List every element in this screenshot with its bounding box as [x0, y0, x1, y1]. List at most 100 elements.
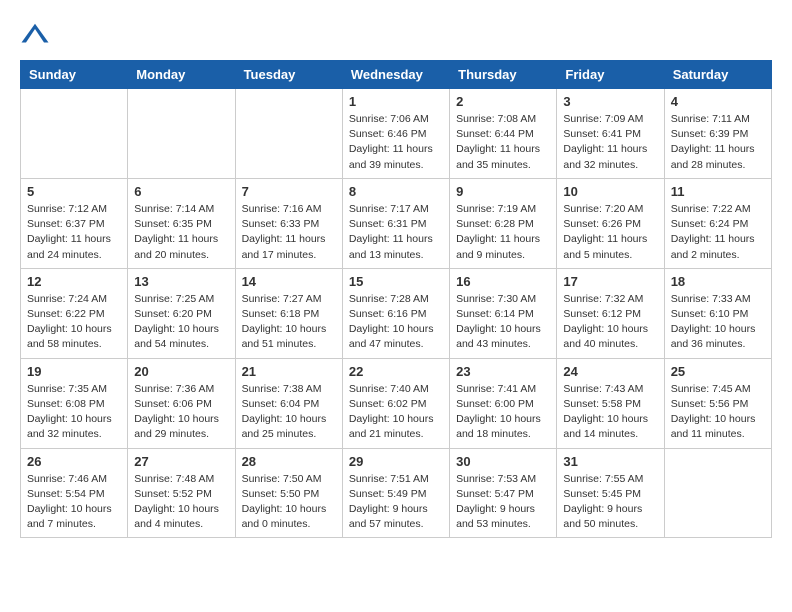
day-number: 31	[563, 454, 657, 469]
calendar-day-cell: 16 Sunrise: 7:30 AM Sunset: 6:14 PM Dayli…	[450, 268, 557, 358]
day-number: 30	[456, 454, 550, 469]
day-info: Sunrise: 7:17 AM Sunset: 6:31 PM Dayligh…	[349, 202, 443, 263]
day-info: Sunrise: 7:22 AM Sunset: 6:24 PM Dayligh…	[671, 202, 765, 263]
calendar-day-cell	[21, 89, 128, 179]
day-of-week-header: Tuesday	[235, 61, 342, 89]
day-number: 13	[134, 274, 228, 289]
day-number: 2	[456, 94, 550, 109]
day-of-week-header: Saturday	[664, 61, 771, 89]
calendar-day-cell: 8 Sunrise: 7:17 AM Sunset: 6:31 PM Daylig…	[342, 178, 449, 268]
page-header	[20, 20, 772, 50]
day-info: Sunrise: 7:30 AM Sunset: 6:14 PM Dayligh…	[456, 292, 550, 353]
day-info: Sunrise: 7:46 AM Sunset: 5:54 PM Dayligh…	[27, 472, 121, 533]
day-of-week-header: Friday	[557, 61, 664, 89]
calendar-day-cell: 17 Sunrise: 7:32 AM Sunset: 6:12 PM Dayli…	[557, 268, 664, 358]
day-number: 10	[563, 184, 657, 199]
day-info: Sunrise: 7:33 AM Sunset: 6:10 PM Dayligh…	[671, 292, 765, 353]
day-info: Sunrise: 7:09 AM Sunset: 6:41 PM Dayligh…	[563, 112, 657, 173]
day-info: Sunrise: 7:25 AM Sunset: 6:20 PM Dayligh…	[134, 292, 228, 353]
day-info: Sunrise: 7:35 AM Sunset: 6:08 PM Dayligh…	[27, 382, 121, 443]
calendar-day-cell: 19Sunrise: 7:35 AM Sunset: 6:08 PM Dayli…	[21, 358, 128, 448]
day-info: Sunrise: 7:40 AM Sunset: 6:02 PM Dayligh…	[349, 382, 443, 443]
day-number: 18	[671, 274, 765, 289]
day-info: Sunrise: 7:06 AM Sunset: 6:46 PM Dayligh…	[349, 112, 443, 173]
day-number: 21	[242, 364, 336, 379]
day-info: Sunrise: 7:24 AM Sunset: 6:22 PM Dayligh…	[27, 292, 121, 353]
calendar-day-cell: 5 Sunrise: 7:12 AM Sunset: 6:37 PM Daylig…	[21, 178, 128, 268]
day-info: Sunrise: 7:16 AM Sunset: 6:33 PM Dayligh…	[242, 202, 336, 263]
day-number: 16	[456, 274, 550, 289]
day-number: 23	[456, 364, 550, 379]
calendar-day-cell: 25 Sunrise: 7:45 AM Sunset: 5:56 PM Dayli…	[664, 358, 771, 448]
day-info: Sunrise: 7:50 AM Sunset: 5:50 PM Dayligh…	[242, 472, 336, 533]
calendar-day-cell: 3 Sunrise: 7:09 AM Sunset: 6:41 PM Daylig…	[557, 89, 664, 179]
calendar-day-cell	[664, 448, 771, 538]
day-number: 4	[671, 94, 765, 109]
day-info: Sunrise: 7:32 AM Sunset: 6:12 PM Dayligh…	[563, 292, 657, 353]
calendar-day-cell: 14Sunrise: 7:27 AM Sunset: 6:18 PM Dayli…	[235, 268, 342, 358]
day-info: Sunrise: 7:55 AM Sunset: 5:45 PM Dayligh…	[563, 472, 657, 533]
day-number: 8	[349, 184, 443, 199]
day-info: Sunrise: 7:19 AM Sunset: 6:28 PM Dayligh…	[456, 202, 550, 263]
day-number: 15	[349, 274, 443, 289]
calendar-day-cell: 30 Sunrise: 7:53 AM Sunset: 5:47 PM Dayli…	[450, 448, 557, 538]
calendar-day-cell: 1 Sunrise: 7:06 AM Sunset: 6:46 PM Daylig…	[342, 89, 449, 179]
day-number: 7	[242, 184, 336, 199]
day-number: 5	[27, 184, 121, 199]
day-info: Sunrise: 7:53 AM Sunset: 5:47 PM Dayligh…	[456, 472, 550, 533]
day-of-week-header: Monday	[128, 61, 235, 89]
day-info: Sunrise: 7:08 AM Sunset: 6:44 PM Dayligh…	[456, 112, 550, 173]
logo-icon	[20, 20, 50, 50]
day-number: 28	[242, 454, 336, 469]
day-info: Sunrise: 7:11 AM Sunset: 6:39 PM Dayligh…	[671, 112, 765, 173]
calendar-day-cell: 11 Sunrise: 7:22 AM Sunset: 6:24 PM Dayli…	[664, 178, 771, 268]
day-info: Sunrise: 7:41 AM Sunset: 6:00 PM Dayligh…	[456, 382, 550, 443]
calendar-header-row: SundayMondayTuesdayWednesdayThursdayFrid…	[21, 61, 772, 89]
day-info: Sunrise: 7:45 AM Sunset: 5:56 PM Dayligh…	[671, 382, 765, 443]
day-number: 1	[349, 94, 443, 109]
day-info: Sunrise: 7:12 AM Sunset: 6:37 PM Dayligh…	[27, 202, 121, 263]
calendar-week-row: 1 Sunrise: 7:06 AM Sunset: 6:46 PM Daylig…	[21, 89, 772, 179]
day-number: 3	[563, 94, 657, 109]
day-of-week-header: Wednesday	[342, 61, 449, 89]
day-number: 9	[456, 184, 550, 199]
calendar-day-cell: 9 Sunrise: 7:19 AM Sunset: 6:28 PM Daylig…	[450, 178, 557, 268]
day-number: 25	[671, 364, 765, 379]
calendar-day-cell	[128, 89, 235, 179]
calendar-table: SundayMondayTuesdayWednesdayThursdayFrid…	[20, 60, 772, 538]
day-number: 17	[563, 274, 657, 289]
calendar-day-cell: 7 Sunrise: 7:16 AM Sunset: 6:33 PM Daylig…	[235, 178, 342, 268]
calendar-day-cell: 23 Sunrise: 7:41 AM Sunset: 6:00 PM Dayli…	[450, 358, 557, 448]
day-number: 11	[671, 184, 765, 199]
day-info: Sunrise: 7:43 AM Sunset: 5:58 PM Dayligh…	[563, 382, 657, 443]
calendar-day-cell: 22 Sunrise: 7:40 AM Sunset: 6:02 PM Dayli…	[342, 358, 449, 448]
logo	[20, 20, 54, 50]
calendar-day-cell: 31 Sunrise: 7:55 AM Sunset: 5:45 PM Dayli…	[557, 448, 664, 538]
day-of-week-header: Thursday	[450, 61, 557, 89]
calendar-day-cell: 20 Sunrise: 7:36 AM Sunset: 6:06 PM Dayli…	[128, 358, 235, 448]
calendar-day-cell: 18 Sunrise: 7:33 AM Sunset: 6:10 PM Dayli…	[664, 268, 771, 358]
day-number: 20	[134, 364, 228, 379]
day-info: Sunrise: 7:28 AM Sunset: 6:16 PM Dayligh…	[349, 292, 443, 353]
calendar-day-cell: 26Sunrise: 7:46 AM Sunset: 5:54 PM Dayli…	[21, 448, 128, 538]
calendar-week-row: 26Sunrise: 7:46 AM Sunset: 5:54 PM Dayli…	[21, 448, 772, 538]
calendar-day-cell: 24 Sunrise: 7:43 AM Sunset: 5:58 PM Dayli…	[557, 358, 664, 448]
day-number: 14	[242, 274, 336, 289]
calendar-day-cell: 12Sunrise: 7:24 AM Sunset: 6:22 PM Dayli…	[21, 268, 128, 358]
day-number: 27	[134, 454, 228, 469]
calendar-day-cell: 15 Sunrise: 7:28 AM Sunset: 6:16 PM Dayli…	[342, 268, 449, 358]
calendar-week-row: 5 Sunrise: 7:12 AM Sunset: 6:37 PM Daylig…	[21, 178, 772, 268]
calendar-day-cell: 6Sunrise: 7:14 AM Sunset: 6:35 PM Daylig…	[128, 178, 235, 268]
day-number: 6	[134, 184, 228, 199]
day-number: 24	[563, 364, 657, 379]
day-number: 29	[349, 454, 443, 469]
calendar-week-row: 19Sunrise: 7:35 AM Sunset: 6:08 PM Dayli…	[21, 358, 772, 448]
day-info: Sunrise: 7:20 AM Sunset: 6:26 PM Dayligh…	[563, 202, 657, 263]
calendar-day-cell: 21Sunrise: 7:38 AM Sunset: 6:04 PM Dayli…	[235, 358, 342, 448]
day-info: Sunrise: 7:48 AM Sunset: 5:52 PM Dayligh…	[134, 472, 228, 533]
day-info: Sunrise: 7:36 AM Sunset: 6:06 PM Dayligh…	[134, 382, 228, 443]
day-of-week-header: Sunday	[21, 61, 128, 89]
calendar-day-cell: 27 Sunrise: 7:48 AM Sunset: 5:52 PM Dayli…	[128, 448, 235, 538]
calendar-day-cell: 4 Sunrise: 7:11 AM Sunset: 6:39 PM Daylig…	[664, 89, 771, 179]
day-number: 22	[349, 364, 443, 379]
